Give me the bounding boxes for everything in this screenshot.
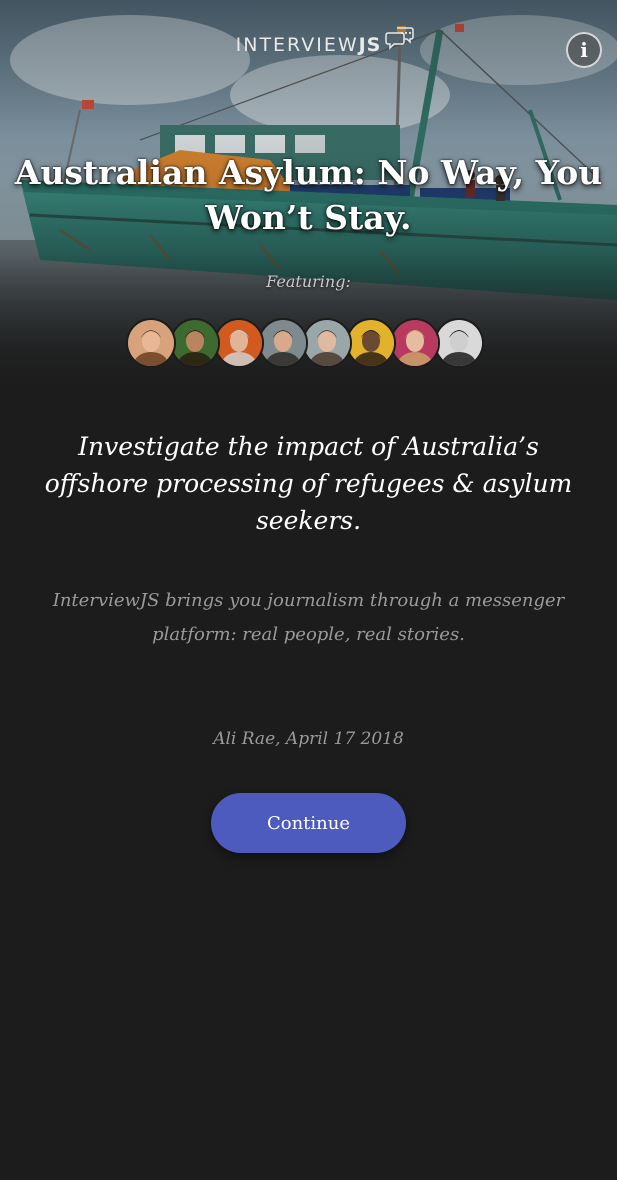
chat-bubbles-icon	[385, 27, 415, 50]
info-button[interactable]: i	[566, 32, 602, 68]
logo-text: INTERVIEW	[235, 34, 359, 56]
person-portrait-icon	[172, 320, 218, 366]
story-title: Australian Asylum: No Way, You Won’t Sta…	[14, 153, 603, 237]
avatar-5	[302, 318, 352, 368]
story-byline: Ali Rae, April 17 2018	[213, 729, 404, 749]
featuring-label: Featuring:	[266, 272, 351, 291]
avatar-2	[170, 318, 220, 368]
person-portrait-icon	[348, 320, 394, 366]
avatar-7	[390, 318, 440, 368]
info-icon: i	[580, 38, 588, 62]
avatar-3	[214, 318, 264, 368]
app-logo: INTERVIEWJS	[0, 27, 617, 56]
avatar-4	[258, 318, 308, 368]
avatar-1	[126, 318, 176, 368]
continue-button[interactable]: Continue	[211, 793, 406, 853]
person-portrait-icon	[304, 320, 350, 366]
person-portrait-icon	[128, 320, 174, 366]
logo-text-bold: JS	[358, 34, 382, 56]
logo-wordmark: INTERVIEWJS	[235, 27, 415, 56]
story-intro-page: INTERVIEWJS i Australian Asylum: No Way,…	[0, 0, 617, 1180]
story-lead: Investigate the impact of Australia’s of…	[44, 432, 573, 535]
person-portrait-icon	[260, 320, 306, 366]
story-description: InterviewJS brings you journalism throug…	[52, 590, 565, 645]
person-portrait-icon	[392, 320, 438, 366]
avatar-8	[434, 318, 484, 368]
person-portrait-icon	[436, 320, 482, 366]
person-portrait-icon	[216, 320, 262, 366]
interviewee-avatar-list	[126, 318, 496, 368]
avatar-6	[346, 318, 396, 368]
